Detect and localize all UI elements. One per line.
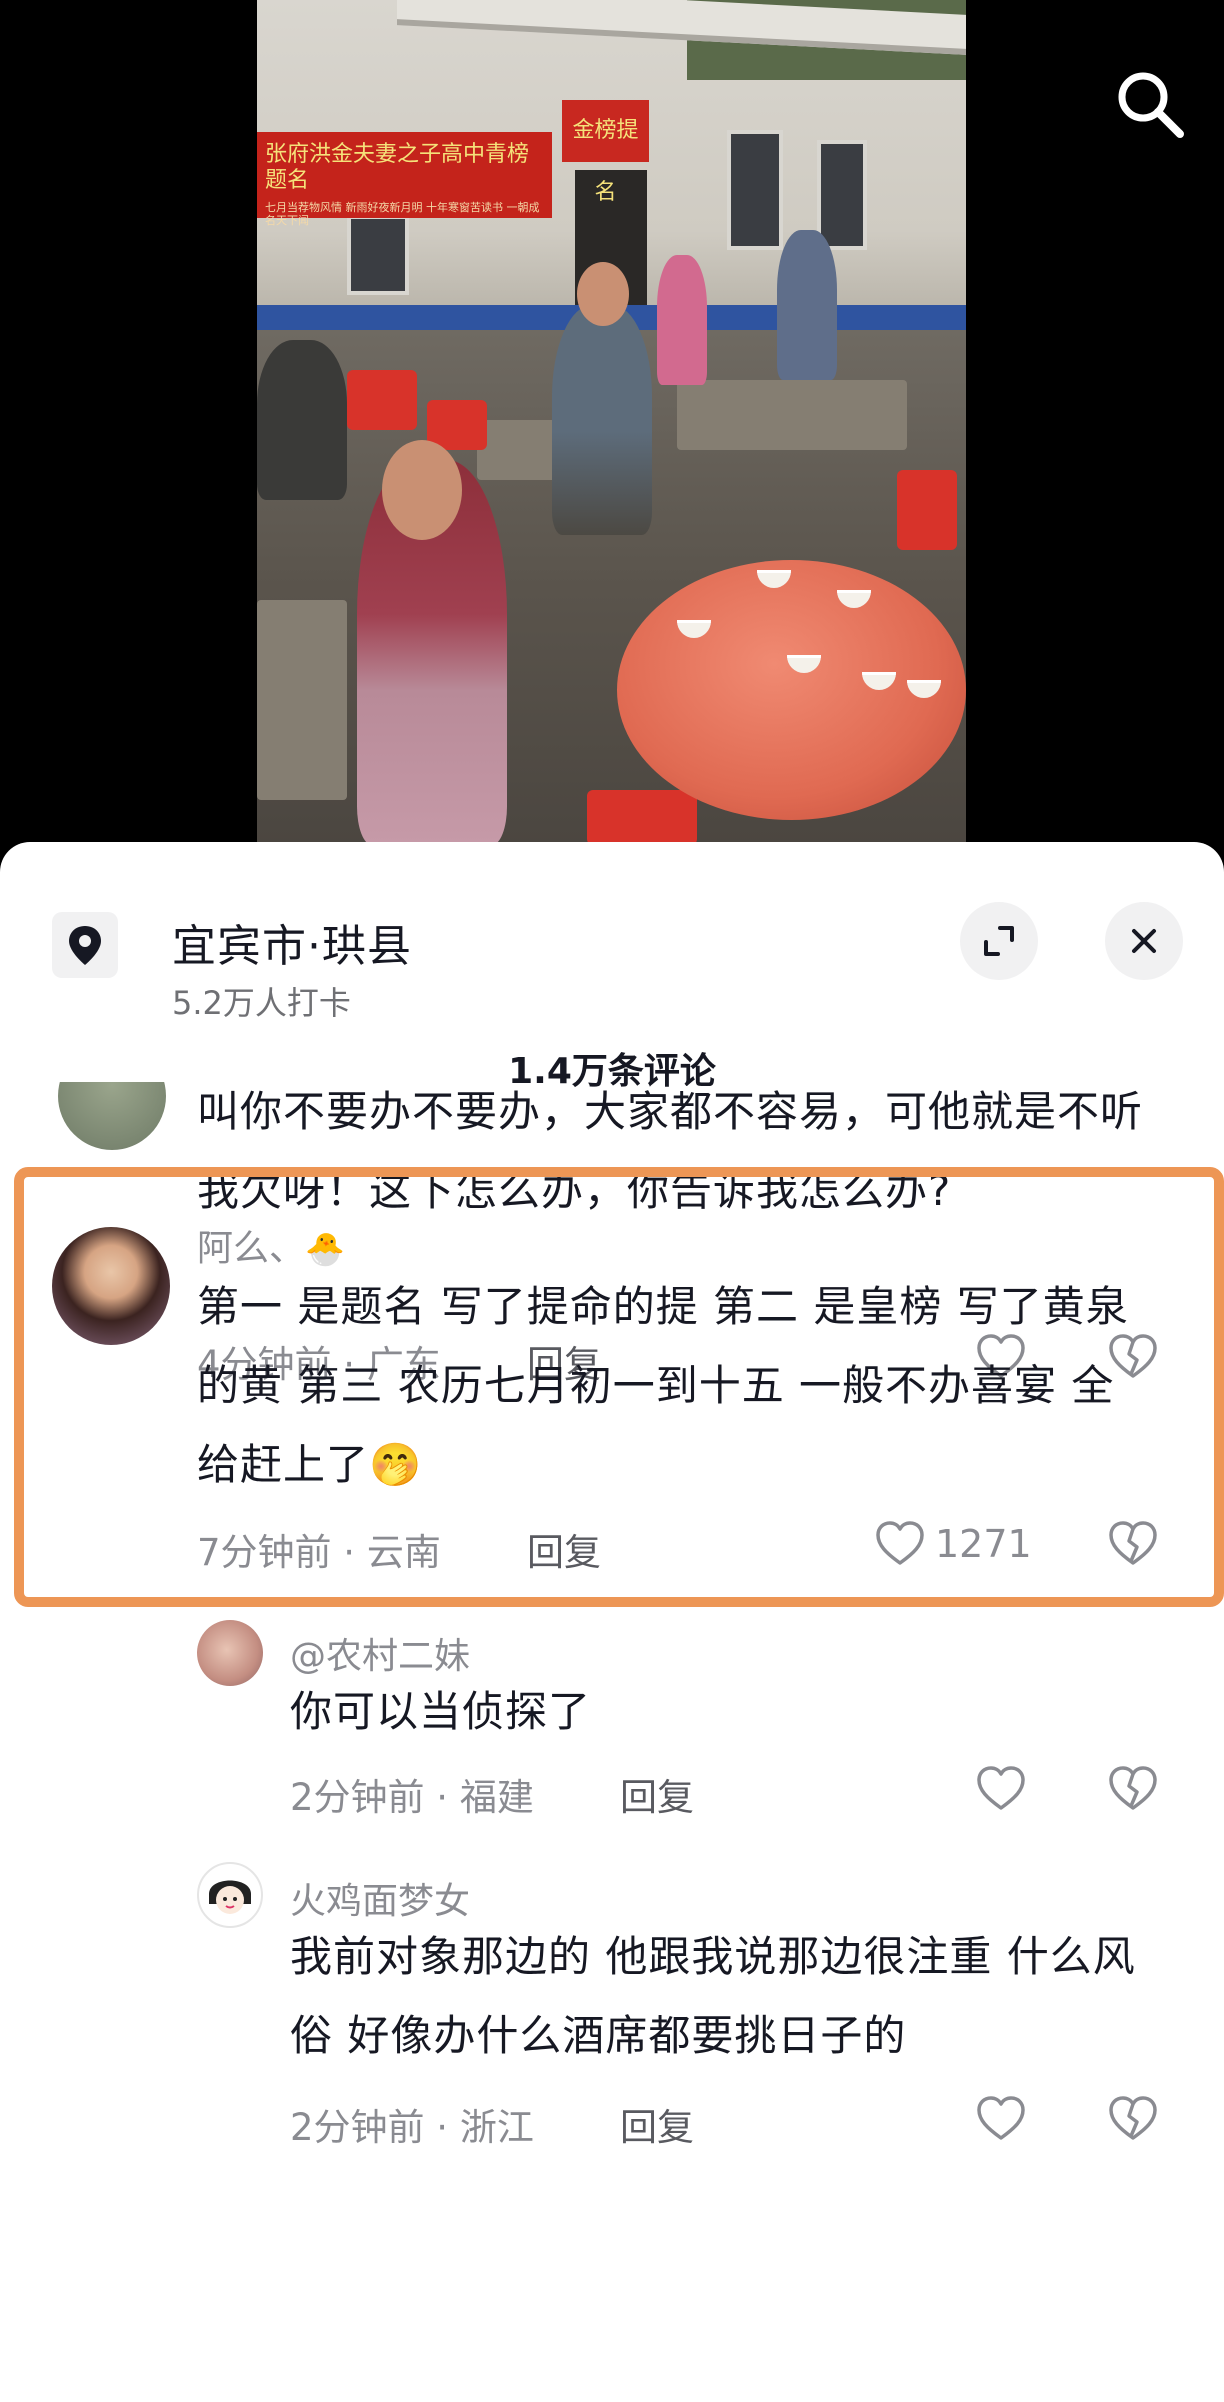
heart-icon — [977, 2096, 1025, 2140]
like-count: 1271 — [935, 1522, 1032, 1566]
comment-meta: 7分钟前 · 云南 — [197, 1531, 441, 1574]
broken-heart-icon — [1109, 1521, 1157, 1565]
search-icon — [1118, 72, 1184, 138]
red-stool — [587, 790, 697, 845]
avatar[interactable] — [197, 1862, 263, 1928]
dislike-button[interactable] — [1107, 1519, 1159, 1573]
window — [817, 140, 867, 250]
avatar[interactable] — [58, 1082, 166, 1150]
expand-button[interactable] — [960, 902, 1038, 980]
person-background — [777, 230, 837, 380]
person-bending — [257, 340, 347, 500]
comment-meta: 2分钟前 · 福建 — [290, 1776, 534, 1819]
like-button[interactable] — [975, 2094, 1027, 2144]
comment-author[interactable]: 阿么、🐣 — [197, 1219, 345, 1271]
red-sign: 金榜提名 — [562, 100, 649, 205]
red-stool — [347, 370, 417, 430]
dislike-button[interactable] — [1107, 1764, 1159, 1818]
heart-icon — [876, 1521, 924, 1565]
comment-meta: 2分钟前 · 浙江 — [290, 2106, 534, 2149]
avatar[interactable] — [197, 1620, 263, 1686]
person-background — [657, 255, 707, 385]
dislike-button[interactable] — [1107, 2094, 1159, 2148]
window — [727, 130, 783, 250]
expand-icon — [984, 926, 1014, 956]
person-head — [382, 440, 462, 540]
avatar[interactable] — [52, 1227, 170, 1345]
like-button[interactable]: 1271 — [873, 1519, 1032, 1569]
cartoon-avatar-icon — [209, 1880, 251, 1914]
comment-sheet: 宜宾市·珙县 5.2万人打卡 1.4万条评论 叫你不要办不要办，大家都不容易，可… — [0, 842, 1224, 2402]
reply-button[interactable]: 回复 — [527, 1522, 601, 1576]
person-head — [577, 262, 629, 326]
reply-button[interactable]: 回复 — [620, 1767, 694, 1821]
location-pin-button — [52, 912, 118, 978]
red-stool — [897, 470, 957, 550]
video-frame: 张府洪金夫妻之子高中青榜题名 七月当荐物风情 新雨好夜新月明 十年寒窗苦读书 一… — [257, 0, 966, 845]
reply-button[interactable]: 回复 — [620, 2097, 694, 2151]
broken-heart-icon — [1109, 1766, 1157, 1810]
video-player[interactable]: 张府洪金夫妻之子高中青榜题名 七月当荐物风情 新雨好夜新月明 十年寒窗苦读书 一… — [0, 0, 1224, 850]
search-button[interactable] — [1112, 66, 1188, 142]
location-title: 宜宾市·珙县 — [172, 921, 412, 972]
close-button[interactable] — [1105, 902, 1183, 980]
man-standing — [552, 305, 652, 535]
red-banner: 张府洪金夫妻之子高中青榜题名 七月当荐物风情 新雨好夜新月明 十年寒窗苦读书 一… — [257, 132, 552, 227]
debris — [677, 380, 907, 450]
location-header[interactable]: 宜宾市·珙县 5.2万人打卡 — [0, 888, 1224, 1022]
comment-text: 我前对象那边的 他跟我说那边很注重 什么风俗 好像办什么酒席都要挑日子的 — [290, 1932, 1136, 2060]
comment-text: 第一 是题名 写了提命的提 第二 是皇榜 写了黄泉的黄 第三 农历七月初一到十五… — [197, 1282, 1129, 1489]
comment-list: 叫你不要办不要办，大家都不容易，可他就是不听我欠呀！这下怎么办，你告诉我怎么办?… — [0, 1082, 1224, 2402]
heart-icon — [977, 1766, 1025, 1810]
broken-heart-icon — [1109, 2096, 1157, 2140]
comment-text: 你可以当侦探了 — [290, 1687, 592, 1736]
close-icon — [1132, 929, 1156, 953]
debris — [257, 600, 347, 800]
checkin-count: 5.2万人打卡 — [172, 984, 351, 1022]
like-button[interactable] — [975, 1764, 1027, 1814]
chick-emoji-icon: 🐣 — [305, 1230, 345, 1268]
location-pin-icon — [69, 926, 101, 965]
